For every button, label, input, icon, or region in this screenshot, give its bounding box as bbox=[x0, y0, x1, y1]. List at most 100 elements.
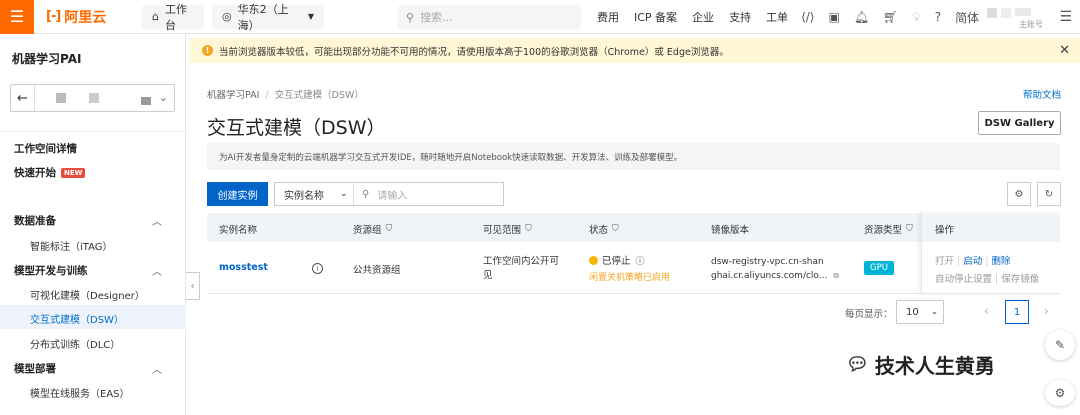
chevron-down-icon: ⌄ bbox=[158, 91, 168, 104]
status-dot bbox=[589, 256, 598, 265]
next-page-icon[interactable]: › bbox=[1044, 304, 1049, 318]
chevron-up-icon[interactable]: ︿ bbox=[152, 361, 162, 376]
location-icon: ◎ bbox=[222, 10, 232, 23]
col-status[interactable]: 状态 ⛉ bbox=[589, 222, 619, 236]
info-icon[interactable]: ⓘ bbox=[636, 257, 645, 267]
gpu-badge: GPU bbox=[864, 261, 894, 275]
breadcrumb: 机器学习PAI / 交互式建模（DSW） bbox=[207, 90, 364, 101]
sidebar-collapse-button[interactable]: ‹ bbox=[186, 272, 200, 300]
chat-support-icon[interactable]: ✎ bbox=[1045, 330, 1075, 360]
sidebar-item-dlc[interactable]: 分布式训练（DLC） bbox=[30, 336, 120, 351]
col-resource-group[interactable]: 资源组 ⛉ bbox=[353, 222, 392, 236]
sidebar-item-workspace-details[interactable]: 工作空间详情 bbox=[14, 141, 77, 156]
more-menu-icon[interactable]: ☰ bbox=[1059, 9, 1072, 25]
instance-name-link[interactable]: mosstest bbox=[219, 262, 268, 273]
sidebar-item-quick-start[interactable]: 快速开始 NEW bbox=[14, 165, 86, 180]
aliyun-logo-icon: [-] bbox=[46, 9, 61, 24]
refresh-icon[interactable]: ↻ bbox=[1037, 182, 1061, 206]
region-selector[interactable]: ◎ 华东2（上海） ▼ bbox=[212, 3, 324, 32]
lightbulb-icon[interactable]: 💡︎ bbox=[912, 10, 920, 25]
watermark-text: 技术人生黄勇 bbox=[874, 354, 995, 378]
filter-field-select[interactable]: 实例名称 ⌄ bbox=[275, 183, 354, 205]
workbench-button[interactable]: ⌂ 工作台 bbox=[142, 3, 204, 32]
settings-float-icon[interactable]: ⚙ bbox=[1045, 380, 1075, 406]
cart-icon[interactable]: 🛒︎ bbox=[883, 10, 898, 24]
breadcrumb-root[interactable]: 机器学习PAI bbox=[207, 90, 259, 101]
close-icon[interactable]: ✕ bbox=[1059, 43, 1070, 58]
workspace-selector[interactable]: ← ⌄ bbox=[10, 84, 175, 112]
back-arrow-icon[interactable]: ← bbox=[11, 85, 35, 111]
sidebar-group-model-dev[interactable]: 模型开发与训练 bbox=[14, 263, 88, 278]
instance-search-input[interactable]: ⚲ 请输入 bbox=[354, 187, 407, 202]
sidebar-group-data-prep[interactable]: 数据准备 bbox=[14, 213, 56, 228]
terminal-icon[interactable]: ▣ bbox=[828, 10, 839, 24]
home-icon: ⌂ bbox=[152, 10, 159, 23]
create-instance-button[interactable]: 创建实例 bbox=[207, 182, 268, 206]
filter-icon[interactable]: ⛉ bbox=[612, 224, 619, 234]
sidebar-item-designer[interactable]: 可视化建模（Designer） bbox=[30, 287, 145, 302]
image-line-2: ghai.cr.aliyuncs.com/clo... ⧉ bbox=[711, 271, 840, 281]
filter-icon[interactable]: ⛉ bbox=[906, 224, 913, 234]
browser-warning-text: 当前浏览器版本较低，可能出现部分功能不可用的情况，请使用版本高于100的谷歌浏览… bbox=[219, 46, 729, 58]
sidebar-item-dsw[interactable]: 交互式建模（DSW） bbox=[30, 311, 124, 326]
bell-icon[interactable]: 🔔︎ bbox=[854, 10, 869, 24]
prev-page-icon[interactable]: ‹ bbox=[984, 304, 989, 318]
top-link-icp[interactable]: ICP 备案 bbox=[634, 9, 677, 25]
instance-filter: 实例名称 ⌄ ⚲ 请输入 bbox=[274, 182, 504, 206]
top-links: 费用 ICP 备案 企业 支持 工单 ⟨/⟩ ▣ 🔔︎ 🛒︎ 💡︎ ? 简体 bbox=[597, 0, 979, 34]
copy-icon[interactable]: ⧉ bbox=[833, 271, 839, 280]
idle-shutdown-status[interactable]: 闲置关机策略已启用 bbox=[589, 270, 670, 283]
sidebar-item-itag[interactable]: 智能标注（iTAG） bbox=[30, 238, 113, 253]
workbench-label: 工作台 bbox=[164, 2, 187, 32]
instance-table: 实例名称 资源组 ⛉ 可见范围 ⛉ 状态 ⛉ 镜像版本 资源类型 ⛉ 操作 mosste… bbox=[207, 213, 1060, 294]
sidebar-group-deploy[interactable]: 模型部署 bbox=[14, 361, 56, 376]
chevron-down-icon: ⌄ bbox=[930, 307, 939, 317]
help-docs-link[interactable]: 帮助文档 bbox=[1023, 87, 1061, 101]
status-text: 已停止 bbox=[602, 256, 631, 267]
current-page-button[interactable]: 1 bbox=[1005, 300, 1029, 324]
image-line-1: dsw-registry-vpc.cn-shan bbox=[711, 257, 824, 267]
sidebar-divider bbox=[0, 131, 186, 132]
brand-name: 阿里云 bbox=[64, 9, 107, 26]
page-size-select[interactable]: 10 ⌄ bbox=[896, 300, 944, 324]
info-icon[interactable]: i bbox=[312, 263, 323, 274]
filter-field-label: 实例名称 bbox=[284, 190, 324, 202]
wechat-watermark: 💬︎ 技术人生黄勇 bbox=[846, 350, 995, 379]
brand-logo[interactable]: [-] 阿里云 bbox=[46, 7, 126, 27]
dsw-gallery-button[interactable]: DSW Gallery bbox=[978, 111, 1061, 135]
settings-gear-icon[interactable]: ⚙ bbox=[1007, 182, 1031, 206]
search-placeholder: 搜索... bbox=[420, 11, 453, 24]
wechat-icon: 💬︎ bbox=[846, 354, 869, 375]
col-instance-name: 实例名称 bbox=[219, 225, 258, 236]
global-search-input[interactable]: ⚲ 搜索... bbox=[398, 5, 581, 29]
col-visibility[interactable]: 可见范围 ⛉ bbox=[483, 222, 532, 236]
breadcrumb-current: 交互式建模（DSW） bbox=[274, 90, 364, 101]
page-size-value: 10 bbox=[906, 306, 919, 318]
top-link-enterprise[interactable]: 企业 bbox=[692, 9, 714, 25]
filter-icon[interactable]: ⛉ bbox=[386, 224, 393, 234]
filter-icon[interactable]: ⛉ bbox=[525, 224, 532, 234]
search-placeholder: 请输入 bbox=[377, 190, 408, 202]
account-type-label: 主账号 bbox=[1019, 20, 1043, 29]
visibility-cell: 工作空间内公开可见 bbox=[483, 256, 560, 281]
description-text: 为AI开发者量身定制的云端机器学习交互式开发IDE，随时随地开启Notebook… bbox=[219, 152, 683, 163]
chevron-up-icon[interactable]: ︿ bbox=[152, 213, 162, 228]
help-icon[interactable]: ? bbox=[935, 10, 941, 24]
actions-column-shadow bbox=[921, 213, 1060, 294]
code-icon[interactable]: ⟨/⟩ bbox=[801, 10, 814, 24]
top-link-billing[interactable]: 费用 bbox=[597, 9, 619, 25]
sidebar-title: 机器学习PAI bbox=[12, 52, 82, 66]
warning-icon: ! bbox=[202, 45, 213, 56]
col-image-version: 镜像版本 bbox=[711, 225, 750, 236]
page-description: 为AI开发者量身定制的云端机器学习交互式开发IDE，随时随地开启Notebook… bbox=[207, 143, 1060, 170]
quick-start-label: 快速开始 bbox=[14, 167, 56, 179]
top-link-support[interactable]: 支持 bbox=[729, 9, 751, 25]
language-switch[interactable]: 简体 bbox=[955, 9, 979, 26]
sidebar-item-eas[interactable]: 模型在线服务（EAS） bbox=[30, 385, 130, 400]
hamburger-menu-icon[interactable]: ☰ bbox=[0, 0, 34, 34]
col-resource-type[interactable]: 资源类型 ⛉ bbox=[864, 222, 913, 236]
browser-warning-banner: ! 当前浏览器版本较低，可能出现部分功能不可用的情况，请使用版本高于100的谷歌… bbox=[190, 38, 1080, 63]
chevron-down-icon: ⌄ bbox=[340, 189, 348, 199]
chevron-up-icon[interactable]: ︿ bbox=[152, 263, 162, 278]
top-link-ticket[interactable]: 工单 bbox=[766, 9, 788, 25]
